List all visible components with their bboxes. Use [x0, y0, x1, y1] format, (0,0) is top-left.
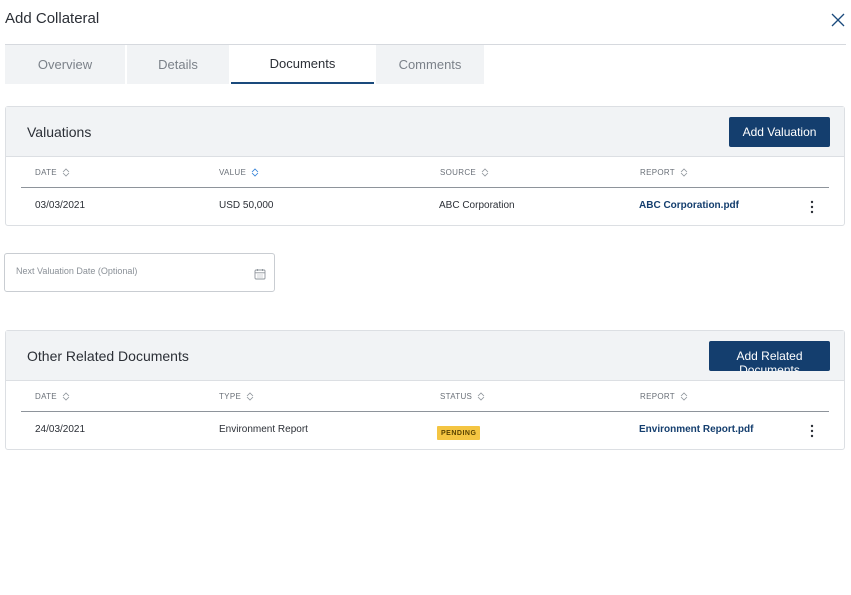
next-valuation-date-field[interactable] [4, 253, 275, 292]
related-documents-table: DATE TYPE STATUS REPORT 24/03/2021 Envir… [21, 381, 829, 450]
calendar-icon[interactable] [254, 267, 266, 280]
status-badge: PENDING [437, 426, 481, 440]
sort-icon[interactable] [680, 392, 688, 401]
sort-icon[interactable] [62, 168, 70, 177]
sort-icon[interactable] [477, 392, 485, 401]
sort-icon[interactable] [251, 168, 259, 177]
dialog-title: Add Collateral [5, 10, 100, 27]
sort-icon[interactable] [62, 392, 70, 401]
column-header-report[interactable]: REPORT [640, 392, 688, 401]
valuations-table: DATE VALUE SOURCE REPORT 03/03/2021 USD … [21, 157, 829, 226]
column-header-value[interactable]: VALUE [219, 168, 259, 177]
column-header-source[interactable]: SOURCE [440, 168, 489, 177]
sort-icon[interactable] [680, 168, 688, 177]
add-related-documents-button[interactable]: Add Related Documents [709, 341, 830, 371]
related-documents-title: Other Related Documents [27, 348, 189, 364]
cell-date: 03/03/2021 [35, 200, 86, 211]
column-header-report[interactable]: REPORT [640, 168, 688, 177]
tab-bar: Overview Details Documents Comments [5, 45, 486, 84]
cell-source: ABC Corporation [439, 200, 515, 211]
table-header: DATE VALUE SOURCE REPORT [21, 157, 829, 188]
valuations-panel-header: Valuations Add Valuation [6, 107, 844, 157]
sort-icon[interactable] [481, 168, 489, 177]
table-header: DATE TYPE STATUS REPORT [21, 381, 829, 412]
more-options-icon[interactable] [807, 199, 817, 215]
column-header-date[interactable]: DATE [35, 168, 70, 177]
cell-value: USD 50,000 [219, 200, 274, 211]
table-row: 24/03/2021 Environment Report PENDING En… [21, 412, 829, 450]
valuations-panel: Valuations Add Valuation DATE VALUE SOUR… [5, 106, 845, 226]
next-valuation-date-input[interactable] [16, 266, 236, 276]
sort-icon[interactable] [246, 392, 254, 401]
cell-date: 24/03/2021 [35, 424, 86, 435]
valuations-title: Valuations [27, 124, 92, 140]
tab-comments[interactable]: Comments [376, 45, 484, 84]
add-valuation-button[interactable]: Add Valuation [729, 117, 830, 147]
column-header-status[interactable]: STATUS [440, 392, 485, 401]
report-link[interactable]: ABC Corporation.pdf [639, 200, 739, 211]
column-header-date[interactable]: DATE [35, 392, 70, 401]
cell-type: Environment Report [219, 424, 308, 435]
related-documents-panel-header: Other Related Documents Add Related Docu… [6, 331, 844, 381]
tab-documents[interactable]: Documents [231, 45, 374, 84]
tab-details[interactable]: Details [127, 45, 229, 84]
report-link[interactable]: Environment Report.pdf [639, 424, 753, 435]
close-icon[interactable] [829, 11, 847, 29]
tab-overview[interactable]: Overview [5, 45, 125, 84]
table-row: 03/03/2021 USD 50,000 ABC Corporation AB… [21, 188, 829, 226]
more-options-icon[interactable] [807, 423, 817, 439]
related-documents-panel: Other Related Documents Add Related Docu… [5, 330, 845, 450]
column-header-type[interactable]: TYPE [219, 392, 254, 401]
